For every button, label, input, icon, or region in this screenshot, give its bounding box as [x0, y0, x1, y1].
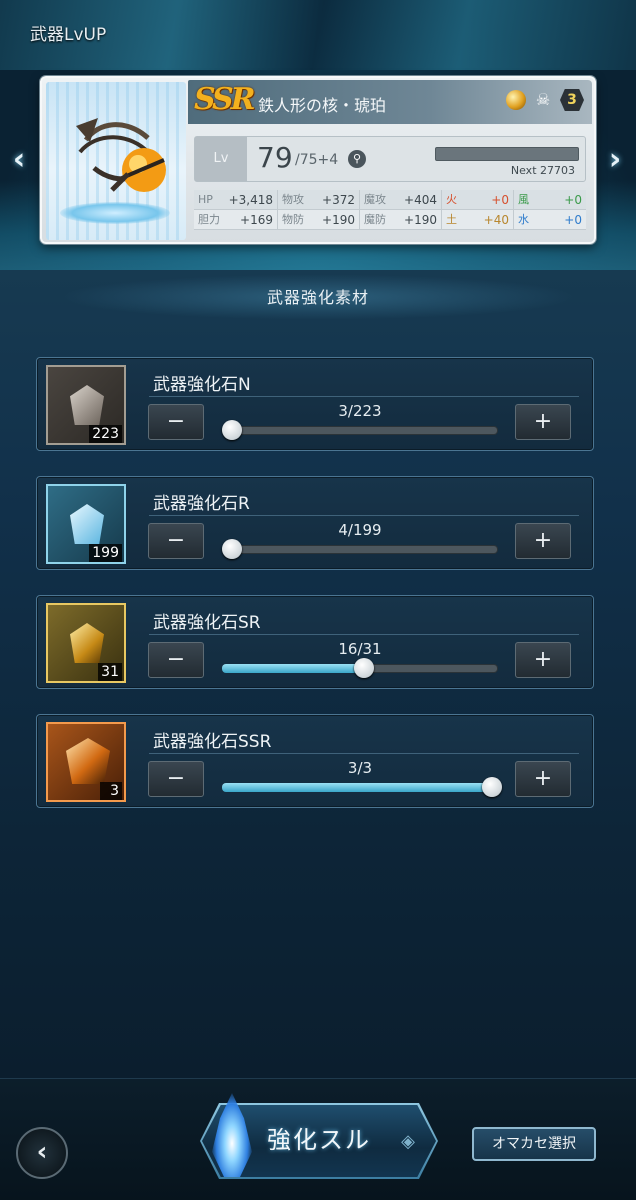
level-value: 79: [257, 141, 293, 174]
weapon-name: 鉄人形の核・琥珀: [258, 96, 387, 115]
stat-water: 水 +0: [518, 213, 582, 227]
next-exp-text: Next 27703: [510, 164, 575, 177]
divider: [149, 634, 579, 635]
stone-gem-icon: [70, 504, 104, 544]
level-detail-search-icon[interactable]: ⚲: [348, 150, 366, 168]
quantity-slider[interactable]: [222, 658, 498, 678]
material-name: 武器強化石R: [153, 494, 250, 514]
material-name: 武器強化石SSR: [153, 732, 272, 752]
materials-panel: 武器強化素材 223 武器強化石N − 3/223 + 199 武器強化石R −…: [0, 270, 636, 1078]
divider: [149, 753, 579, 754]
rarity-badge: SSR: [194, 82, 256, 117]
slider-fill: [222, 783, 492, 792]
material-name: 武器強化石SR: [153, 613, 261, 633]
material-row-n: 223 武器強化石N − 3/223 +: [36, 357, 594, 451]
quantity-slider[interactable]: [222, 420, 498, 440]
slider-knob[interactable]: [222, 420, 242, 440]
owned-count: 3: [100, 782, 122, 800]
increase-button[interactable]: +: [515, 523, 571, 559]
stone-gem-icon: [66, 738, 110, 784]
material-row-r: 199 武器強化石R − 4/199 +: [36, 476, 594, 570]
slider-fill: [222, 664, 365, 673]
skull-rank-icon: ☠: [535, 90, 551, 109]
back-arrow-icon[interactable]: ‹: [16, 1127, 68, 1179]
quantity-text: 3/223: [338, 402, 382, 420]
slider-track: [222, 545, 498, 554]
arrow-ornament-icon: ◈: [401, 1131, 415, 1152]
quantity-slider[interactable]: [222, 539, 498, 559]
material-row-ssr: 3 武器強化石SSR − 3/3 +: [36, 714, 594, 808]
screen-title: 武器LvUP: [30, 25, 107, 45]
uncap-level-badge: 3: [560, 89, 584, 111]
material-icon-n[interactable]: 223: [46, 365, 126, 445]
level-label: Lv: [195, 137, 247, 181]
exp-progress-bar: [435, 147, 579, 161]
stat-hp: HP +3,418: [194, 190, 278, 209]
weapon-status-icons: ☠ 3: [506, 89, 584, 111]
footer-bar: ‹ 強化スル ◈ オマカセ選択: [0, 1078, 636, 1200]
slider-knob[interactable]: [222, 539, 242, 559]
next-weapon-chevron-right-icon[interactable]: ›: [604, 143, 626, 177]
increase-button[interactable]: +: [515, 761, 571, 797]
weapon-card: SSR 鉄人形の核・琥珀 ☠ 3 Lv 79 /75+4 ⚲ Next 2770…: [40, 76, 596, 244]
level-cap: /75+4: [295, 152, 339, 168]
material-row-sr: 31 武器強化石SR − 16/31 +: [36, 595, 594, 689]
decrease-button[interactable]: −: [148, 642, 204, 678]
slider-knob[interactable]: [482, 777, 502, 797]
stats-row-1: HP +3,418 物攻 +372 魔攻 +404 火 +0 風 +0: [194, 190, 586, 210]
slider-knob[interactable]: [354, 658, 375, 678]
quantity-slider[interactable]: [222, 777, 502, 797]
quantity-text: 3/3: [347, 759, 373, 777]
owned-count: 199: [89, 544, 122, 562]
weapon-artwork-icon: [76, 118, 166, 192]
decrease-button[interactable]: −: [148, 404, 204, 440]
stat-phys-def: 物防 +190: [278, 210, 360, 229]
material-icon-r[interactable]: 199: [46, 484, 126, 564]
material-name: 武器強化石N: [153, 375, 251, 395]
quantity-text: 16/31: [338, 640, 382, 658]
divider: [149, 396, 579, 397]
level-box: Lv 79 /75+4 ⚲ Next 27703: [194, 136, 586, 182]
owned-count: 31: [98, 663, 122, 681]
auto-select-button[interactable]: オマカセ選択: [472, 1127, 596, 1161]
stone-gem-icon: [70, 385, 104, 425]
stat-fire: 火 +0: [442, 190, 514, 209]
weapon-name-bar: SSR 鉄人形の核・琥珀 ☠ 3: [188, 80, 592, 124]
stat-mag-atk: 魔攻 +404: [360, 190, 442, 209]
stats-row-2: 胆力 +169 物防 +190 魔防 +190 土 +40 水 +0: [194, 210, 586, 230]
decrease-button[interactable]: −: [148, 761, 204, 797]
material-icon-ssr[interactable]: 3: [46, 722, 126, 802]
slider-track: [222, 426, 498, 435]
stat-earth: 土 +40: [442, 210, 514, 229]
weapon-stats-table: HP +3,418 物攻 +372 魔攻 +404 火 +0 風 +0 胆力 +169 物防…: [194, 190, 586, 230]
owned-count: 223: [89, 425, 122, 443]
stat-phys-atk: 物攻 +372: [278, 190, 360, 209]
decrease-button[interactable]: −: [148, 523, 204, 559]
prev-weapon-chevron-left-icon[interactable]: ‹: [8, 143, 30, 177]
element-orb-icon: [506, 90, 526, 110]
divider: [149, 515, 579, 516]
stat-mag-def: 魔防 +190: [360, 210, 442, 229]
weapon-image[interactable]: [46, 82, 186, 240]
increase-button[interactable]: +: [515, 642, 571, 678]
stat-wind: 風 +0: [518, 193, 582, 207]
section-title: 武器強化素材: [266, 288, 369, 307]
quantity-text: 4/199: [338, 521, 382, 539]
increase-button[interactable]: +: [515, 404, 571, 440]
material-icon-sr[interactable]: 31: [46, 603, 126, 683]
stone-gem-icon: [70, 623, 104, 663]
stat-courage: 胆力 +169: [194, 210, 278, 229]
